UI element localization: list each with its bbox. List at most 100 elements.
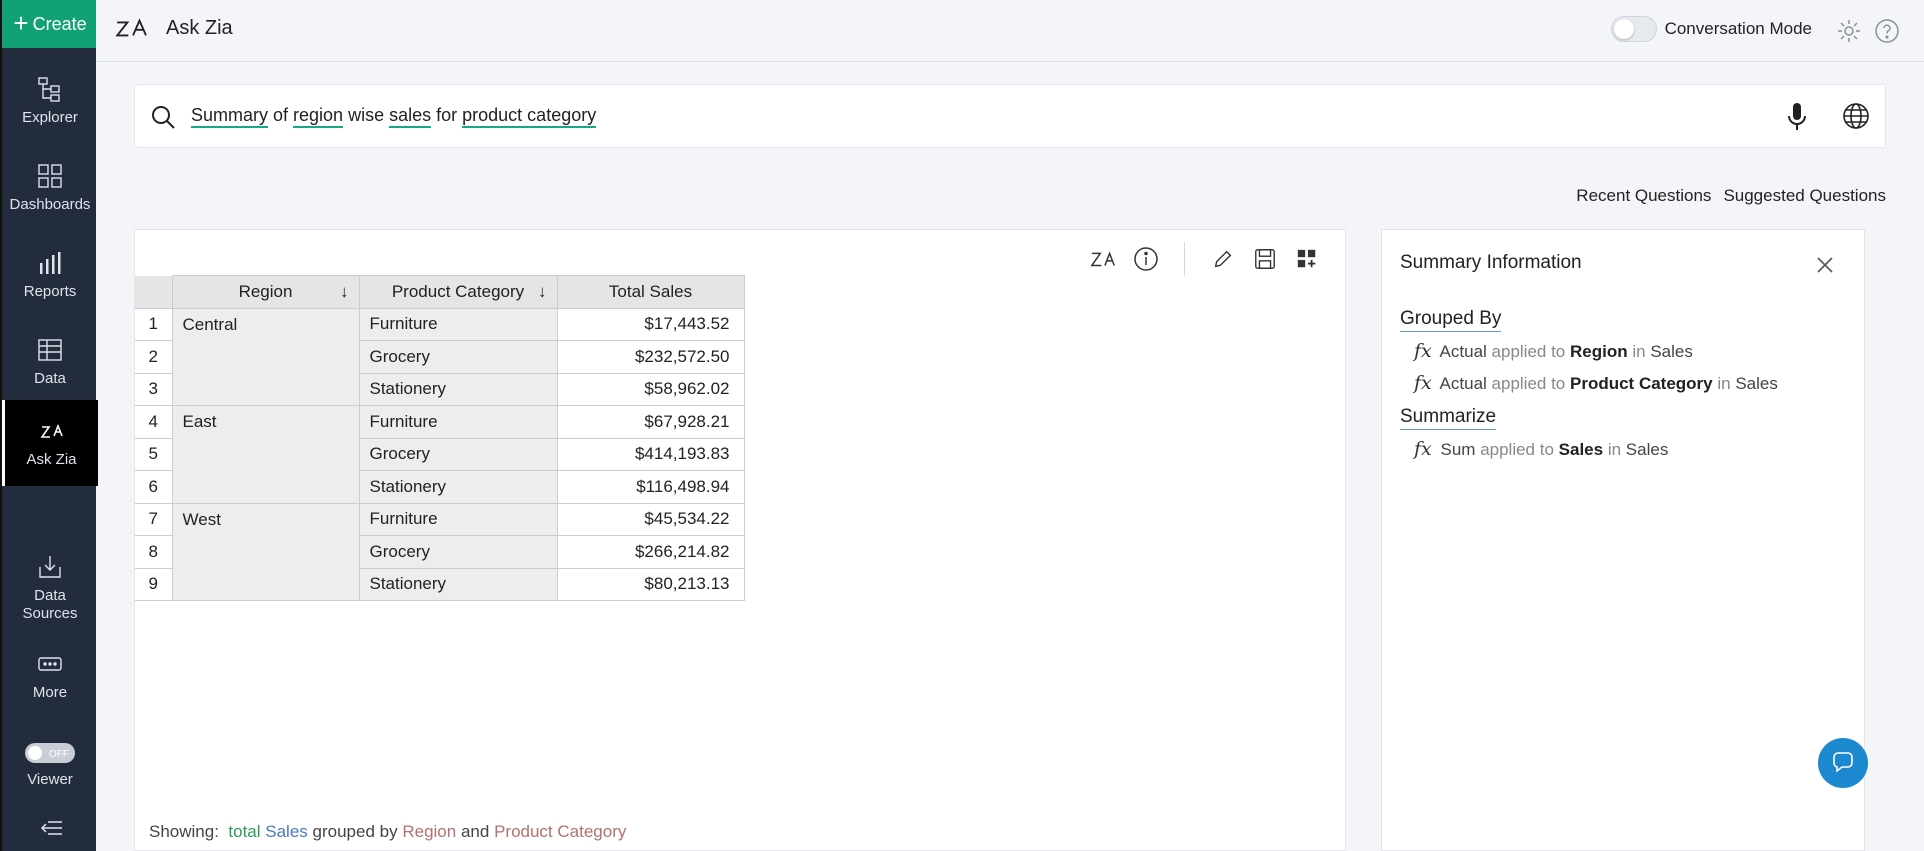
summary-in: in <box>1632 342 1646 361</box>
app-title: Ask Zia <box>114 15 233 41</box>
row-number: 8 <box>135 535 173 569</box>
total-sales-cell: $17,443.52 <box>556 307 745 341</box>
data-icon <box>38 339 62 361</box>
sidebar-item-label: Explorer <box>22 109 78 126</box>
page-title: Ask Zia <box>166 16 233 39</box>
help-icon[interactable] <box>1874 18 1900 44</box>
function-icon: fx <box>1414 340 1432 362</box>
row-number: 7 <box>135 502 173 536</box>
sidebar-item-more[interactable]: More <box>2 640 98 712</box>
total-sales-cell: $232,572.50 <box>556 340 745 374</box>
language-globe-icon[interactable] <box>1841 101 1871 131</box>
summary-table: Sales <box>1625 440 1669 459</box>
summary-in: in <box>1717 374 1731 393</box>
table-row: 7 West Furniture $45,534.22 <box>135 502 745 601</box>
explorer-icon <box>38 77 60 102</box>
conversation-mode: Conversation Mode <box>1610 16 1812 42</box>
summary-func: Sum <box>1440 440 1476 459</box>
sidebar-item-data-sources[interactable]: Data Sources <box>2 550 98 626</box>
summary-field: Product Category <box>1570 374 1713 393</box>
plus-icon: + <box>13 8 29 38</box>
column-header-label: Total Sales <box>608 281 693 301</box>
category-cell: Furniture <box>358 502 558 536</box>
data-sources-icon <box>39 556 61 578</box>
sidebar-item-data[interactable]: Data <box>2 319 98 405</box>
sidebar-item-viewer[interactable]: OFF Viewer <box>2 730 98 802</box>
category-cell: Grocery <box>358 437 558 471</box>
conversation-mode-toggle[interactable] <box>1610 16 1657 42</box>
corner-cell <box>135 275 173 309</box>
summary-func: Actual <box>1439 374 1487 393</box>
showing-dimension: Product Category <box>494 822 627 841</box>
sidebar-item-ask-zia[interactable]: Ask Zia <box>2 400 98 486</box>
summary-line: fx Actual applied to Product Category in… <box>1414 372 1778 394</box>
row-number: 5 <box>135 437 173 471</box>
save-icon <box>1255 249 1275 269</box>
summary-table: Sales <box>1735 374 1778 393</box>
more-icon <box>38 657 62 671</box>
row-number: 1 <box>135 307 173 341</box>
zia-icon <box>1090 251 1115 267</box>
ask-question-searchbar[interactable]: Summary of region wise sales for product… <box>134 84 1886 148</box>
info-button[interactable] <box>1132 245 1160 273</box>
add-to-dashboard-icon <box>1297 249 1316 268</box>
category-cell: Stationery <box>358 567 558 601</box>
row-number: 2 <box>135 340 173 374</box>
suggested-questions-link[interactable]: Suggested Questions <box>1723 186 1886 206</box>
showing-measure: Sales <box>265 822 308 841</box>
result-panel: Region ↓ Product Category ↓ Total Sales 1 … <box>134 229 1346 851</box>
viewer-toggle[interactable]: OFF <box>25 743 75 763</box>
table-header-row: Region ↓ Product Category ↓ Total Sales <box>135 275 745 309</box>
save-button[interactable] <box>1251 245 1279 273</box>
column-header-product-category[interactable]: Product Category ↓ <box>358 275 558 309</box>
column-header-total-sales[interactable]: Total Sales <box>556 275 745 309</box>
settings-gear-icon[interactable] <box>1836 18 1862 44</box>
region-cell: West <box>171 502 360 601</box>
sidebar-item-reports[interactable]: Reports <box>2 232 98 318</box>
row-number: 9 <box>135 567 173 601</box>
query-token: sales <box>389 105 432 128</box>
total-sales-cell: $266,214.82 <box>556 535 745 569</box>
summary-line: fx Sum applied to Sales in Sales <box>1414 438 1668 460</box>
sort-arrow-icon[interactable]: ↓ <box>538 282 547 302</box>
row-number: 4 <box>135 405 173 439</box>
column-header-region[interactable]: Region ↓ <box>171 275 360 309</box>
recent-questions-link[interactable]: Recent Questions <box>1576 186 1711 206</box>
sidebar-item-dashboards[interactable]: Dashboards <box>2 145 98 231</box>
sort-arrow-icon[interactable]: ↓ <box>340 282 349 302</box>
info-icon <box>1134 247 1158 271</box>
summary-applied: applied to <box>1491 374 1566 393</box>
result-table: Region ↓ Product Category ↓ Total Sales 1 … <box>135 275 745 601</box>
zia-insights-button[interactable] <box>1090 245 1118 273</box>
result-toolbar <box>1090 242 1321 276</box>
showing-grouped-by: grouped by <box>312 822 398 841</box>
summary-line: fx Actual applied to Region in Sales <box>1414 340 1693 362</box>
chat-icon <box>1833 752 1853 773</box>
chat-support-button[interactable] <box>1818 738 1868 788</box>
microphone-icon[interactable] <box>1785 101 1809 133</box>
close-icon[interactable] <box>1814 254 1836 276</box>
summary-applied: applied to <box>1480 440 1554 459</box>
total-sales-cell: $116,498.94 <box>556 470 745 504</box>
summary-field: Sales <box>1558 440 1604 459</box>
total-sales-cell: $45,534.22 <box>556 502 745 536</box>
showing-and: and <box>460 822 490 841</box>
summary-in: in <box>1607 440 1622 459</box>
pencil-icon <box>1214 250 1232 268</box>
category-cell: Furniture <box>358 307 558 341</box>
sidebar-item-explorer[interactable]: Explorer <box>2 58 98 144</box>
create-button[interactable]: + Create <box>2 0 98 48</box>
add-to-dashboard-button[interactable] <box>1293 245 1321 273</box>
summary-field: Region <box>1570 342 1628 361</box>
search-input[interactable]: Summary of region wise sales for product… <box>191 105 597 128</box>
collapse-sidebar-icon[interactable] <box>38 818 64 838</box>
edit-button[interactable] <box>1209 245 1237 273</box>
showing-dimension: Region <box>402 822 457 841</box>
category-cell: Stationery <box>358 470 558 504</box>
summarize-heading: Summarize <box>1400 406 1497 430</box>
summary-information-panel: Summary Information Grouped By fx Actual… <box>1381 229 1865 851</box>
function-icon: fx <box>1414 372 1432 394</box>
region-cell: Central <box>171 307 360 406</box>
summary-title: Summary Information <box>1400 252 1582 273</box>
query-text: of <box>268 105 294 125</box>
